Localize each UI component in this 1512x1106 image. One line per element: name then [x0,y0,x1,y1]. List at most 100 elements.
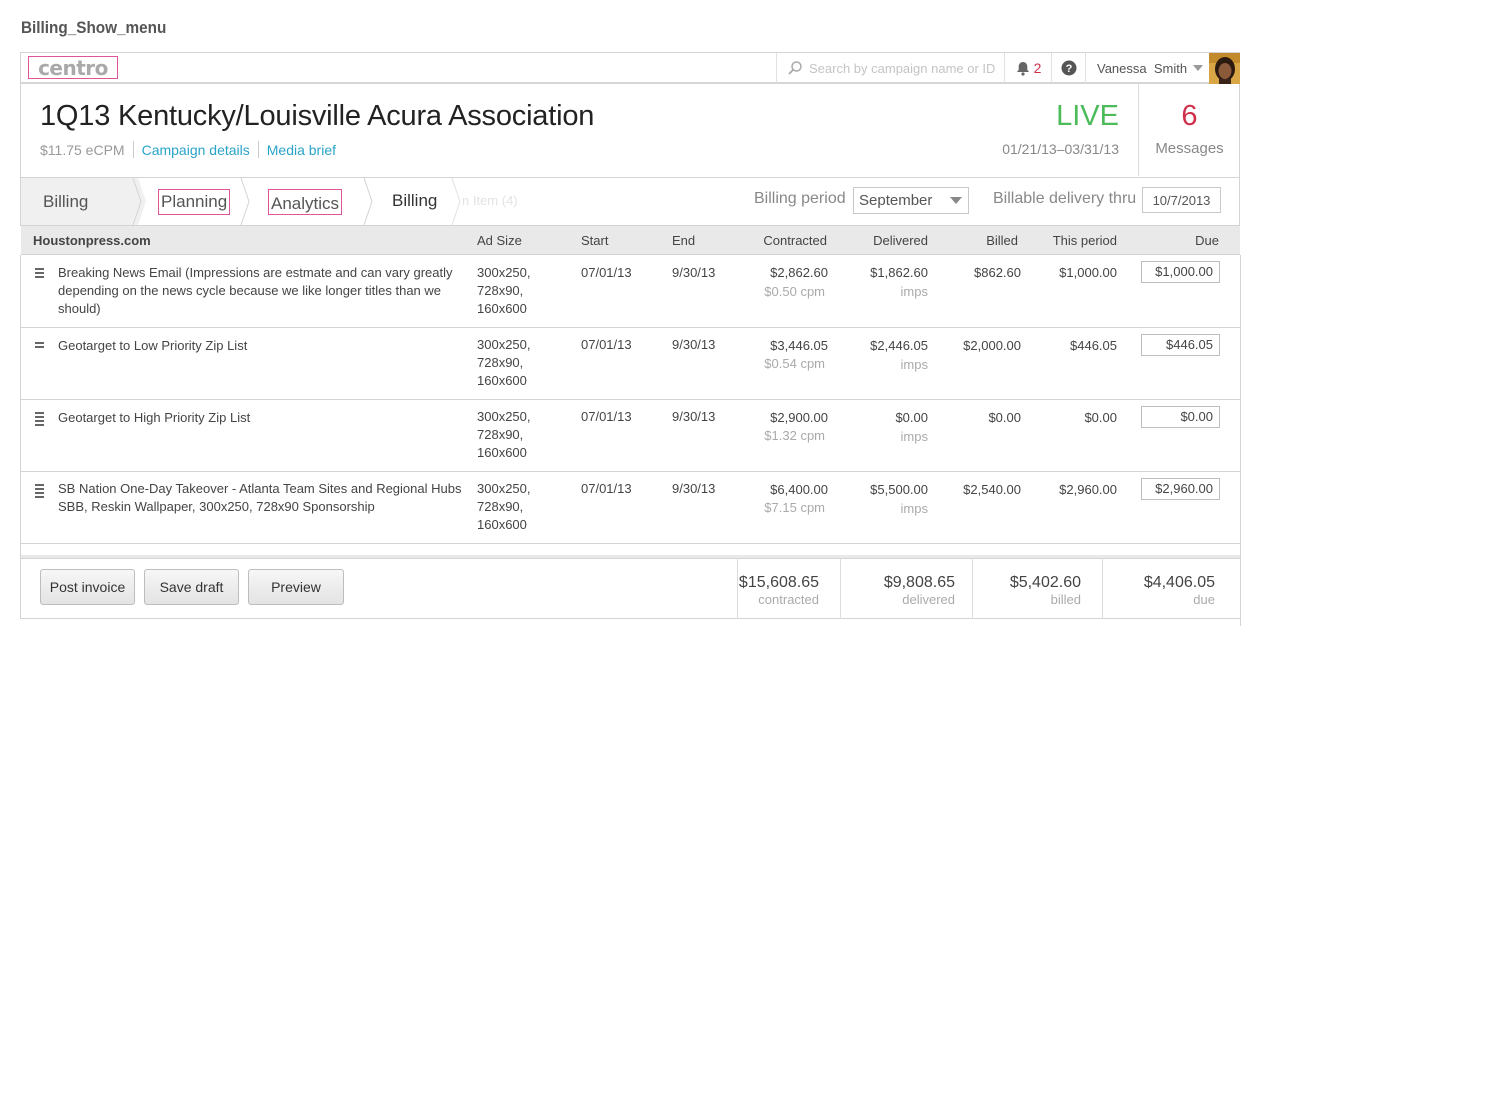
dropdown-arrow-icon [950,197,962,204]
total-delivered: $9,808.65 delivered [840,558,973,619]
media-brief-link[interactable]: Media brief [267,142,336,158]
column-header-contracted: Contracted [763,233,827,248]
total-due-value: $4,406.05 [1143,574,1215,591]
end-date: 9/30/13 [672,409,716,424]
ecpm-value: $11.75 eCPM [40,141,125,158]
breadcrumb-item-planning[interactable]: Planning [158,189,231,215]
status-badge: LIVE [1056,100,1119,132]
contracted-value: $6,400.00 [770,482,828,497]
due-input[interactable]: $2,960.00 [1141,478,1220,500]
this-period-value: $2,960.00 [1059,482,1117,497]
start-date: 07/01/13 [581,265,632,280]
page-label: Billing_Show_menu [21,18,167,37]
column-header-delivered: Delivered [873,233,928,248]
column-header-start: Start [581,233,609,248]
ad-size: 300x250, 728x90, 160x600 [477,265,531,316]
imps-label: imps [900,429,928,444]
chevron-down-icon [1193,65,1204,71]
line-item-name[interactable]: Geotarget to High Priority Zip List [58,409,463,427]
contracted-value: $2,862.60 [770,265,828,280]
cpm-value: $1.32 cpm [764,428,825,443]
campaign-dates: 01/21/13–03/31/13 [1002,141,1119,157]
breadcrumb-item-analytics[interactable]: Analytics [268,189,343,215]
billable-delivery-input[interactable]: 10/7/2013 [1142,187,1221,213]
chevron-right-icon [363,178,373,225]
drag-handle-icon[interactable] [35,412,44,428]
due-input[interactable]: $446.05 [1141,334,1220,356]
due-input[interactable]: $1,000.00 [1141,261,1220,283]
messages-label: Messages [1155,140,1224,157]
billed-value: $862.60 [974,265,1021,280]
billing-period-select[interactable]: September [853,187,969,214]
ad-size: 300x250, 728x90, 160x600 [477,337,531,388]
centro-logo[interactable]: centro [28,56,118,79]
search-box [776,53,1005,83]
total-billed-label: billed [1050,592,1081,607]
column-header-end: End [672,233,696,248]
column-header-site: Houstonpress.com [33,233,151,248]
imps-label: imps [900,357,928,372]
row-divider [20,399,1241,400]
campaign-title: 1Q13 Kentucky/Louisville Acura Associati… [40,100,595,132]
svg-text:?: ? [1066,63,1073,75]
this-period-value: $0.00 [1084,410,1117,425]
user-menu[interactable]: Vanessa Smith [1085,53,1209,83]
this-period-value: $446.05 [1070,338,1117,353]
start-date: 07/01/13 [581,409,632,424]
end-date: 9/30/13 [672,265,716,280]
total-contracted: $15,608.65 contracted [737,558,841,619]
end-date: 9/30/13 [672,337,716,352]
ad-size: 300x250, 728x90, 160x600 [477,409,531,460]
help-button[interactable]: ? [1051,53,1086,83]
drag-handle-icon[interactable] [35,268,44,280]
drag-handle-icon[interactable] [35,484,44,500]
table-footer-gap [20,544,1241,558]
contracted-value: $2,900.00 [770,410,828,425]
avatar-image [1209,53,1240,84]
avatar[interactable] [1209,53,1240,84]
chevron-right-icon [132,178,146,225]
delivered-value: $1,862.60 [870,265,928,280]
save-draft-button[interactable]: Save draft [144,569,239,605]
messages-count: 6 [1181,100,1198,132]
messages-button[interactable]: 6 Messages [1138,84,1240,176]
search-input[interactable] [809,60,999,76]
this-period-value: $1,000.00 [1059,265,1117,280]
breadcrumb-item-billing[interactable]: Billing [392,191,437,211]
post-invoice-button[interactable]: Post invoice [40,569,135,605]
logo-text: centro [38,55,108,80]
chevron-right-icon [240,178,250,225]
line-item-name[interactable]: Breaking News Email (Impressions are est… [58,264,463,318]
cpm-value: $0.54 cpm [764,356,825,371]
line-item-name[interactable]: SB Nation One-Day Takeover - Atlanta Tea… [58,480,463,516]
row-divider [20,327,1241,328]
preview-button[interactable]: Preview [248,569,344,605]
line-item-name[interactable]: Geotarget to Low Priority Zip List [58,337,463,355]
ad-size: 300x250, 728x90, 160x600 [477,481,531,532]
drag-handle-icon[interactable] [35,342,44,350]
frame-edge [1240,619,1241,626]
total-due-label: due [1193,592,1215,607]
billed-value: $2,000.00 [963,338,1021,353]
breadcrumb-faded-item: n Item (4) [462,193,518,208]
due-input[interactable]: $0.00 [1141,406,1220,428]
search-icon [788,61,802,75]
help-icon: ? [1061,60,1077,76]
row-divider [20,471,1241,472]
delivered-value: $2,446.05 [870,338,928,353]
divider [132,141,134,158]
billable-delivery-label: Billable delivery thru [993,190,1137,207]
column-header-billed: Billed [986,233,1018,248]
billed-value: $2,540.00 [963,482,1021,497]
divider [257,141,259,158]
campaign-details-link[interactable]: Campaign details [142,142,250,158]
breadcrumb-label: Billing [43,192,89,211]
delivered-value: $5,500.00 [870,482,928,497]
contracted-value: $3,446.05 [770,338,828,353]
bell-icon [1016,61,1029,76]
notifications-button[interactable]: 2 [1004,53,1052,83]
start-date: 07/01/13 [581,481,632,496]
total-delivered-label: delivered [902,592,955,607]
cpm-value: $7.15 cpm [764,500,825,515]
delivered-value: $0.00 [895,410,928,425]
